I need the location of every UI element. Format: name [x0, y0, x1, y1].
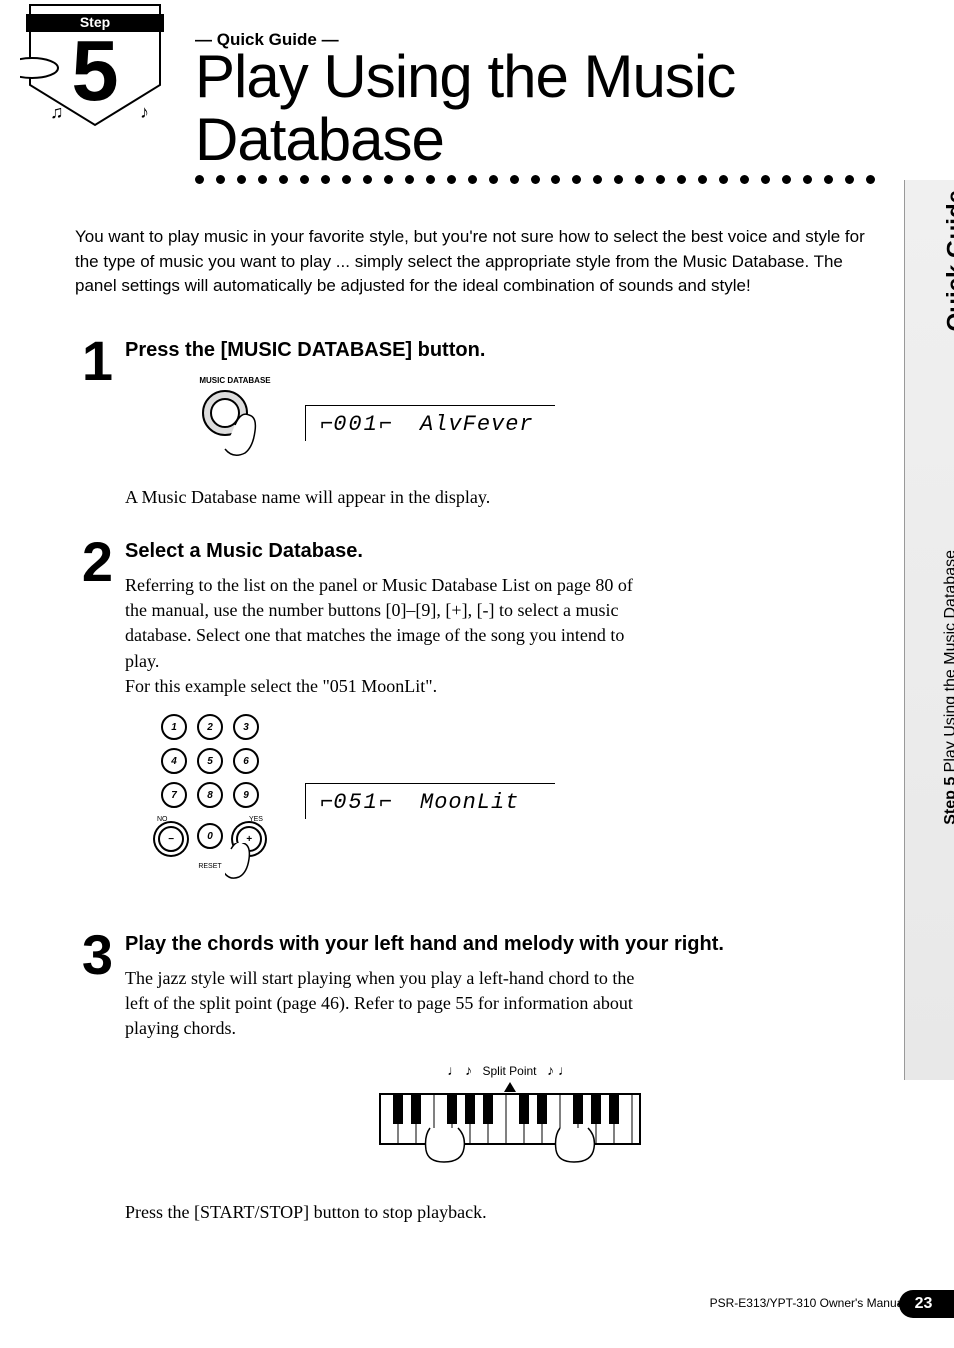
keypad-0: 0: [197, 823, 223, 849]
step-number-1: 1: [70, 339, 125, 384]
chapter-title: Play Using the Music Database: [195, 45, 954, 171]
lcd-display-1: ⌐001⌐ AlvFever: [305, 405, 555, 441]
lcd-name: AlvFever: [420, 412, 534, 437]
keypad-5: 5: [197, 748, 223, 774]
step-number: 5: [71, 24, 118, 119]
step-3-heading: Play the chords with your left hand and …: [125, 933, 894, 956]
keyboard-split-illustration: ♩ ♪ Split Point ♪ ♩: [350, 1062, 670, 1175]
keypad-1: 1: [161, 714, 187, 740]
step-number-2: 2: [70, 540, 125, 585]
step-1: 1 Press the [MUSIC DATABASE] button. MUS…: [70, 339, 894, 510]
step-number-3: 3: [70, 933, 125, 978]
intro-paragraph: You want to play music in your favorite …: [75, 225, 870, 299]
step-2-body: Referring to the list on the panel or Mu…: [125, 573, 655, 674]
step-1-note: A Music Database name will appear in the…: [125, 485, 655, 510]
step-2-heading: Select a Music Database.: [125, 540, 894, 563]
step-2: 2 Select a Music Database. Referring to …: [70, 540, 894, 903]
keypad-2: 2: [197, 714, 223, 740]
step-2-body2: For this example select the "051 MoonLit…: [125, 674, 655, 699]
keypad-3: 3: [233, 714, 259, 740]
lcd-number: 051: [333, 790, 379, 815]
number-keypad-illustration: 1 2 3 4 5 6 7 8 9: [155, 714, 265, 888]
svg-text:♫: ♫: [50, 102, 64, 122]
lcd-name: MoonLit: [420, 790, 519, 815]
step-1-heading: Press the [MUSIC DATABASE] button.: [125, 339, 894, 362]
page-number: 23: [899, 1290, 954, 1318]
side-tab-small: Step 5 Play Using the Music Database: [942, 550, 954, 825]
keypad-8: 8: [197, 782, 223, 808]
footer-text: PSR-E313/YPT-310 Owner's Manual: [710, 1296, 906, 1310]
keypad-9: 9: [233, 782, 259, 808]
step-3: 3 Play the chords with your left hand an…: [70, 933, 894, 1225]
keypad-6: 6: [233, 748, 259, 774]
lcd-number: 001: [333, 412, 379, 437]
keypad-7: 7: [161, 782, 187, 808]
dot-separator: [195, 175, 875, 184]
step-3-body: The jazz style will start playing when y…: [125, 966, 655, 1042]
step-3-after: Press the [START/STOP] button to stop pl…: [125, 1200, 655, 1225]
svg-text:♪: ♪: [140, 102, 149, 122]
music-database-button-illustration: MUSIC DATABASE: [185, 377, 285, 470]
lcd-display-2: ⌐051⌐ MoonLit: [305, 783, 555, 819]
step-badge: Step 5 ♪ ♫: [20, 0, 170, 130]
keypad-4: 4: [161, 748, 187, 774]
side-tab: Quick Guide Step 5 Play Using the Music …: [904, 180, 954, 1080]
keypad-minus: −: [158, 826, 184, 852]
side-tab-big: Quick Guide: [942, 190, 954, 331]
